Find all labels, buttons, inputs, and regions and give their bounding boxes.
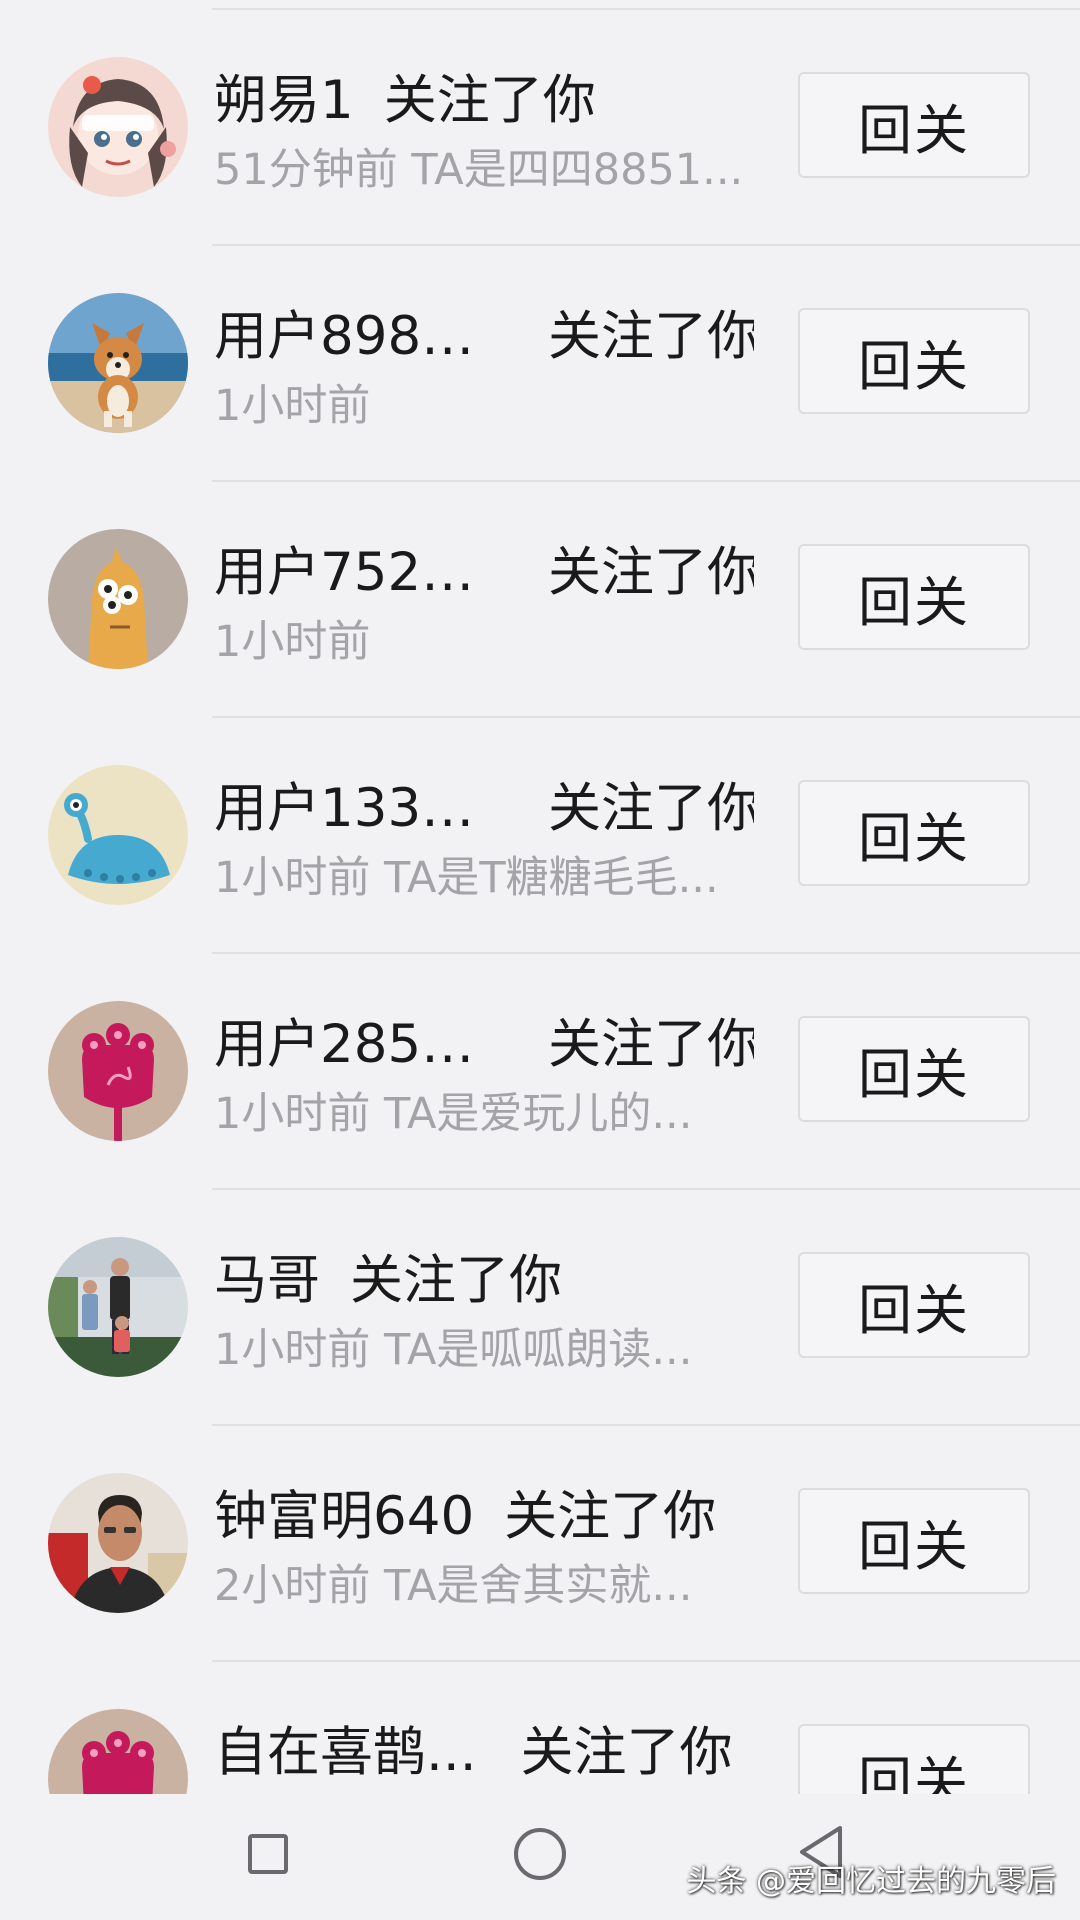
red-flower-avatar-icon <box>48 1001 188 1141</box>
follow-action-text: 关注了你 <box>548 542 754 603</box>
follower-name[interactable]: 自在喜鹊... <box>214 1718 477 1788</box>
avatar[interactable] <box>48 1709 188 1794</box>
avatar[interactable] <box>48 293 188 433</box>
follow-action-text: 关注了你 <box>548 778 754 839</box>
avatar[interactable] <box>48 57 188 197</box>
follow-action-text: 关注了你 <box>504 1486 717 1547</box>
avatar[interactable] <box>48 529 188 669</box>
follower-subtitle: 1小时前 <box>214 381 371 431</box>
watermark: 头条 @爱回忆过去的九零后 <box>686 1864 1056 1899</box>
follower-name[interactable]: 用户8981... <box>214 302 504 372</box>
list-item[interactable]: 钟富明640 关注了你 2小时前 TA是舍其实就... 回关 <box>0 1426 1080 1662</box>
name-line: 用户1338... 关注了你 <box>214 774 754 844</box>
name-line: 用户2856... 关注了你 <box>214 1010 754 1080</box>
list-item[interactable]: 马哥 关注了你 1小时前 TA是呱呱朗读... 回关 <box>0 1190 1080 1426</box>
name-line: 用户7529... 关注了你 <box>214 538 754 608</box>
avatar[interactable] <box>48 1473 188 1613</box>
recent-apps-icon[interactable] <box>248 1834 288 1874</box>
follower-subtitle: 1小时前 TA是呱呱朗读... <box>214 1325 693 1375</box>
follower-name[interactable]: 用户7529... <box>214 538 504 608</box>
avatar[interactable] <box>48 1237 188 1377</box>
name-line: 自在喜鹊... 关注了你 <box>214 1718 754 1788</box>
follower-name[interactable]: 朔易1 <box>214 66 354 136</box>
follow-action-text: 关注了你 <box>383 70 596 131</box>
follow-back-button[interactable]: 回关 <box>798 308 1030 414</box>
cartoon-monster-avatar-icon <box>48 529 188 669</box>
follow-back-button[interactable]: 回关 <box>798 1252 1030 1358</box>
list-item[interactable]: 用户2856... 关注了你 1小时前 TA是爱玩儿的... 回关 <box>0 954 1080 1190</box>
anime-girl-avatar-icon <box>48 57 188 197</box>
follower-subtitle: 2小时前 TA是舍其实就... <box>214 1561 693 1611</box>
follow-back-button[interactable]: 回关 <box>798 1724 1030 1794</box>
follower-subtitle: 1小时前 TA是爱玩儿的... <box>214 1089 693 1139</box>
follower-name[interactable]: 钟富明640 <box>214 1482 474 1552</box>
follow-back-button[interactable]: 回关 <box>798 780 1030 886</box>
follower-name[interactable]: 马哥 <box>214 1246 320 1316</box>
list-item[interactable]: 自在喜鹊... 关注了你 回关 <box>0 1662 1080 1794</box>
list-item[interactable]: 朔易1 关注了你 51分钟前 TA是四四8851... 回关 <box>0 10 1080 246</box>
list-item[interactable]: 用户8981... 关注了你 1小时前 回关 <box>0 246 1080 482</box>
list-item[interactable]: 用户7529... 关注了你 1小时前 回关 <box>0 482 1080 718</box>
follow-action-text: 关注了你 <box>548 306 754 367</box>
follow-back-button[interactable]: 回关 <box>798 72 1030 178</box>
follow-back-button[interactable]: 回关 <box>798 1488 1030 1594</box>
follower-notifications-screen: 朔易1 关注了你 51分钟前 TA是四四8851... 回关 用户8981...… <box>0 0 1080 1920</box>
follow-back-button[interactable]: 回关 <box>798 544 1030 650</box>
blue-alien-avatar-icon <box>48 765 188 905</box>
follower-subtitle: 1小时前 <box>214 617 371 667</box>
follower-name[interactable]: 用户2856... <box>214 1010 504 1080</box>
name-line: 用户8981... 关注了你 <box>214 302 754 372</box>
man-portrait-avatar-icon <box>48 1473 188 1613</box>
follow-action-text: 关注了你 <box>520 1722 733 1783</box>
red-flower-avatar-icon <box>48 1709 188 1794</box>
name-line: 朔易1 关注了你 <box>214 66 754 136</box>
name-line: 马哥 关注了你 <box>214 1246 754 1316</box>
avatar[interactable] <box>48 765 188 905</box>
follower-subtitle: 51分钟前 TA是四四8851... <box>214 145 744 195</box>
follow-action-text: 关注了你 <box>350 1250 562 1311</box>
home-icon[interactable] <box>514 1828 566 1880</box>
family-photo-avatar-icon <box>48 1237 188 1377</box>
avatar[interactable] <box>48 1001 188 1141</box>
follower-list[interactable]: 朔易1 关注了你 51分钟前 TA是四四8851... 回关 用户8981...… <box>0 10 1080 1794</box>
corgi-dog-avatar-icon <box>48 293 188 433</box>
follow-action-text: 关注了你 <box>548 1014 754 1075</box>
follower-name[interactable]: 用户1338... <box>214 774 504 844</box>
name-line: 钟富明640 关注了你 <box>214 1482 754 1552</box>
follower-subtitle: 1小时前 TA是T糖糖毛毛... <box>214 853 719 903</box>
follow-back-button[interactable]: 回关 <box>798 1016 1030 1122</box>
list-item[interactable]: 用户1338... 关注了你 1小时前 TA是T糖糖毛毛... 回关 <box>0 718 1080 954</box>
